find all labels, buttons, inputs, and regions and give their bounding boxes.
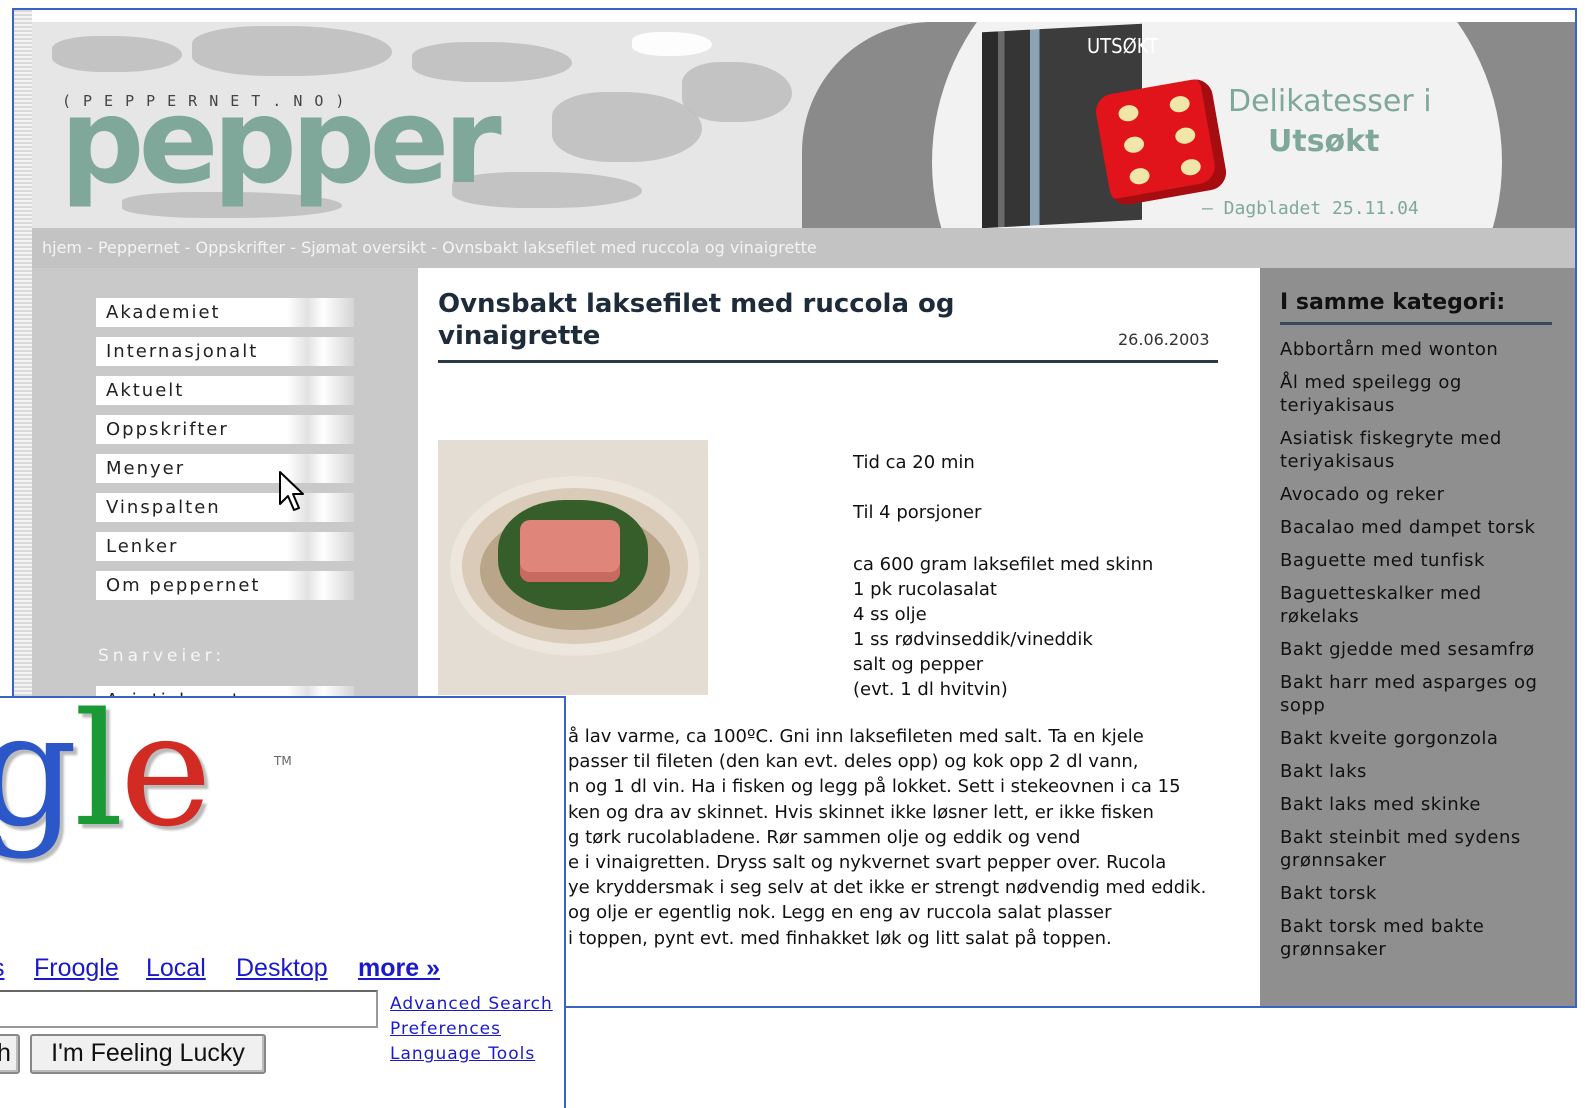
nav-item-lenker[interactable]: Lenker	[96, 532, 354, 561]
related-list: Abbortårn med wonton Ål med speilegg og …	[1280, 338, 1560, 971]
related-link[interactable]: Baguette med tunfisk	[1280, 549, 1560, 572]
dice-pip	[1117, 103, 1140, 123]
nav-item-vinspalten[interactable]: Vinspalten	[96, 493, 354, 522]
related-link[interactable]: Bakt laks	[1280, 760, 1560, 783]
related-link[interactable]: Abbortårn med wonton	[1280, 338, 1560, 361]
related-link[interactable]: Bakt laks med skinke	[1280, 793, 1560, 816]
header-texture	[192, 26, 392, 76]
logo-letter: e	[119, 696, 212, 861]
dice-image	[1093, 76, 1229, 208]
recipe-servings: Til 4 porsjoner	[853, 502, 982, 523]
tab-more[interactable]: more »	[358, 954, 440, 983]
related-recipes-sidebar: I samme kategori: Abbortårn med wonton Å…	[1260, 268, 1575, 1006]
site-header: (PEPPERNET.NO) pepper UTSØKT Delikatesse…	[32, 22, 1575, 228]
trademark-mark: TM	[274, 754, 292, 768]
ingredient-item: 1 pk rucolasalat	[853, 579, 997, 600]
feeling-lucky-button[interactable]: I'm Feeling Lucky	[30, 1034, 266, 1074]
dice-pip	[1168, 94, 1191, 114]
ingredient-item: 1 ss rødvinseddik/vineddik	[853, 629, 1093, 650]
search-input[interactable]	[0, 990, 378, 1028]
google-browser-window: ogle TM s Froogle Local Desktop more » h…	[0, 696, 566, 1108]
salmon-fillet	[520, 520, 620, 582]
article-title: Ovnsbakt laksefilet med ruccola og vinai…	[438, 289, 955, 351]
mouse-pointer-icon	[279, 471, 304, 511]
method-line: ken og dra av skinnet. Hvis skinnet ikke…	[568, 801, 1154, 823]
method-line: å lav varme, ca 100ºC. Gni inn laksefile…	[568, 726, 1144, 747]
book-title: UTSØKT	[1087, 34, 1158, 58]
nav-item-om-peppernet[interactable]: Om peppernet	[96, 571, 354, 600]
method-line: n og 1 dl vin. Ha i fisken og legg på lo…	[568, 776, 1181, 798]
advanced-search-link[interactable]: Advanced Search	[390, 994, 553, 1014]
pepper-logo[interactable]: pepper	[60, 82, 502, 200]
method-line: i toppen, pynt evt. med finhakket løk og…	[568, 927, 1112, 949]
nav-item-internasjonalt[interactable]: Internasjonalt	[96, 337, 354, 366]
breadcrumb[interactable]: hjem - Peppernet - Oppskrifter - Sjømat …	[32, 228, 1575, 268]
related-link[interactable]: Bakt steinbit med sydens grønnsaker	[1280, 826, 1560, 872]
dice-pip	[1128, 166, 1151, 186]
title-divider	[438, 360, 1218, 363]
dice-pip	[1174, 126, 1197, 146]
ingredient-item: (evt. 1 dl hvitvin)	[853, 679, 1008, 700]
article-date: 26.06.2003	[1118, 330, 1210, 349]
related-link[interactable]: Bakt kveite gorgonzola	[1280, 727, 1560, 750]
method-line: ye kryddersmak i seg selv at det ikke er…	[568, 877, 1207, 899]
header-texture	[52, 36, 182, 72]
ingredient-item: salt og pepper	[853, 654, 984, 675]
method-line: g tørk rucolabladene. Rør sammen olje og…	[568, 826, 1081, 848]
header-texture	[552, 92, 702, 162]
related-link[interactable]: Bakt gjedde med sesamfrø	[1280, 638, 1560, 661]
header-texture	[682, 62, 792, 122]
related-link[interactable]: Bakt harr med asparges og sopp	[1280, 671, 1560, 717]
preferences-link[interactable]: Preferences	[390, 1019, 501, 1039]
shortcuts-heading: Snarveier:	[98, 646, 226, 666]
logo-letter: l	[73, 696, 124, 861]
promo-quote-source: – Dagbladet 25.11.04	[1202, 198, 1419, 219]
google-logo[interactable]: ogle	[0, 698, 212, 848]
promo-text: Delikatesser i	[1228, 84, 1432, 119]
ingredient-item: 4 ss olje	[853, 604, 927, 625]
related-link[interactable]: Bacalao med dampet torsk	[1280, 516, 1560, 539]
method-line: e i vinaigretten. Dryss salt og nykverne…	[568, 852, 1167, 874]
dice-pip	[1179, 157, 1203, 177]
tab-partial[interactable]: s	[0, 954, 5, 983]
nav-item-aktuelt[interactable]: Aktuelt	[96, 376, 354, 405]
recipe-time: Tid ca 20 min	[853, 452, 975, 473]
dice-pip	[1122, 135, 1146, 155]
method-line: passer til fileten (den kan evt. deles o…	[568, 751, 1139, 773]
nav-item-menyer[interactable]: Menyer	[96, 454, 354, 483]
tab-local[interactable]: Local	[146, 954, 206, 983]
tab-froogle[interactable]: Froogle	[34, 954, 119, 983]
ingredient-item: ca 600 gram laksefilet med skinn	[853, 554, 1154, 575]
header-texture	[632, 32, 712, 56]
related-heading-divider	[1280, 322, 1552, 325]
related-link[interactable]: Bakt torsk med bakte grønnsaker	[1280, 915, 1560, 961]
related-link[interactable]: Asiatisk fiskegryte med teriyakisaus	[1280, 427, 1560, 473]
related-heading: I samme kategori:	[1280, 290, 1506, 315]
method-line: og olje er egentlig nok. Legg en eng av …	[568, 902, 1112, 924]
recipe-method: å lav varme, ca 100ºC. Gni inn laksefile…	[568, 724, 1258, 951]
related-link[interactable]: Bakt torsk	[1280, 882, 1560, 905]
nav-item-oppskrifter[interactable]: Oppskrifter	[96, 415, 354, 444]
related-link[interactable]: Avocado og reker	[1280, 483, 1560, 506]
language-tools-link[interactable]: Language Tools	[390, 1044, 535, 1064]
related-link[interactable]: Ål med speilegg og teriyakisaus	[1280, 371, 1560, 417]
logo-letter: g	[0, 698, 78, 861]
nav-item-akademiet[interactable]: Akademiet	[96, 298, 354, 327]
google-search-button[interactable]: h	[0, 1034, 20, 1074]
ingredient-list: ca 600 gram laksefilet med skinn 1 pk ru…	[853, 552, 1153, 702]
recipe-photo	[438, 440, 708, 695]
related-link[interactable]: Baguetteskalker med røkelaks	[1280, 582, 1560, 628]
promo-text-bold: Utsøkt	[1268, 124, 1380, 159]
tab-desktop[interactable]: Desktop	[236, 954, 328, 983]
